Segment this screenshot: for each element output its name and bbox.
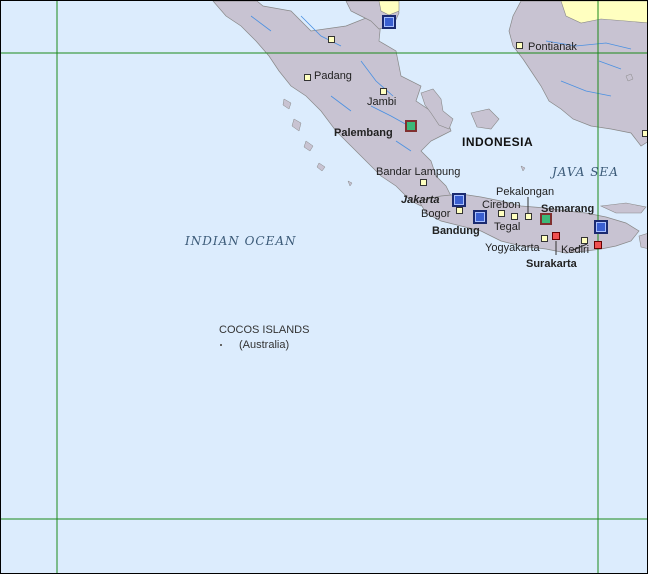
- sea-label-java-sea: JAVA SEA: [552, 165, 619, 179]
- city-label-jakarta: Jakarta: [401, 194, 440, 206]
- borneo-landmass: [508, 1, 647, 147]
- city-marker-bandung[interactable]: [473, 210, 487, 224]
- country-label-indonesia: INDONESIA: [462, 135, 534, 149]
- bali-island: [638, 233, 647, 249]
- town-marker-tegal[interactable]: [511, 213, 518, 220]
- city-label-bandung: Bandung: [432, 225, 480, 237]
- island-group-label: COCOS ISLANDS: [219, 324, 310, 336]
- town-marker-bandar-lampung[interactable]: [420, 179, 427, 186]
- town-marker-north[interactable]: [328, 36, 335, 43]
- belitung-island: [470, 108, 500, 130]
- city-label-semarang: Semarang: [541, 203, 595, 215]
- island-group-note: (Australia): [239, 339, 290, 351]
- mentawai-islands: [282, 98, 326, 172]
- town-marker-pekalongan[interactable]: [525, 213, 532, 220]
- city-label-jambi: Jambi: [367, 96, 397, 108]
- town-marker-jambi[interactable]: [380, 88, 387, 95]
- city-marker-surakarta[interactable]: [552, 232, 560, 240]
- madura-island: [599, 202, 647, 214]
- town-marker-east-borneo[interactable]: [642, 130, 647, 137]
- city-marker-palembang[interactable]: [405, 120, 417, 132]
- map-canvas[interactable]: Pontianak Padang Jambi Palembang INDONES…: [0, 0, 648, 574]
- town-marker-yogyakarta[interactable]: [541, 235, 548, 242]
- town-marker-pontianak[interactable]: [516, 42, 523, 49]
- city-label-bogor: Bogor: [421, 208, 451, 220]
- city-label-cirebon: Cirebon: [482, 199, 521, 211]
- capital-marker-jakarta[interactable]: [452, 193, 466, 207]
- city-marker-surabaya[interactable]: [594, 220, 608, 234]
- city-label-yogyakarta: Yogyakarta: [485, 242, 540, 254]
- town-marker-bogor[interactable]: [456, 207, 463, 214]
- city-label-pekalongan: Pekalongan: [496, 186, 555, 198]
- capital-marker-singapore[interactable]: [382, 15, 396, 29]
- sea-label-indian-ocean: INDIAN OCEAN: [185, 234, 297, 248]
- town-marker-padang[interactable]: [304, 74, 311, 81]
- city-label-bandar-lampung: Bandar Lampung: [376, 166, 461, 178]
- city-label-surakarta: Surakarta: [526, 258, 577, 270]
- town-marker-kediri[interactable]: [581, 237, 588, 244]
- city-label-pontianak: Pontianak: [528, 41, 577, 53]
- city-label-kediri: Kediri: [561, 244, 590, 256]
- city-label-padang: Padang: [314, 70, 352, 82]
- map-graphics: [1, 1, 647, 573]
- cocos-islands-dot: [220, 344, 222, 346]
- city-marker-malang[interactable]: [594, 241, 602, 249]
- city-label-tegal: Tegal: [494, 221, 521, 233]
- city-label-palembang: Palembang: [334, 127, 393, 139]
- town-marker-cirebon[interactable]: [498, 210, 505, 217]
